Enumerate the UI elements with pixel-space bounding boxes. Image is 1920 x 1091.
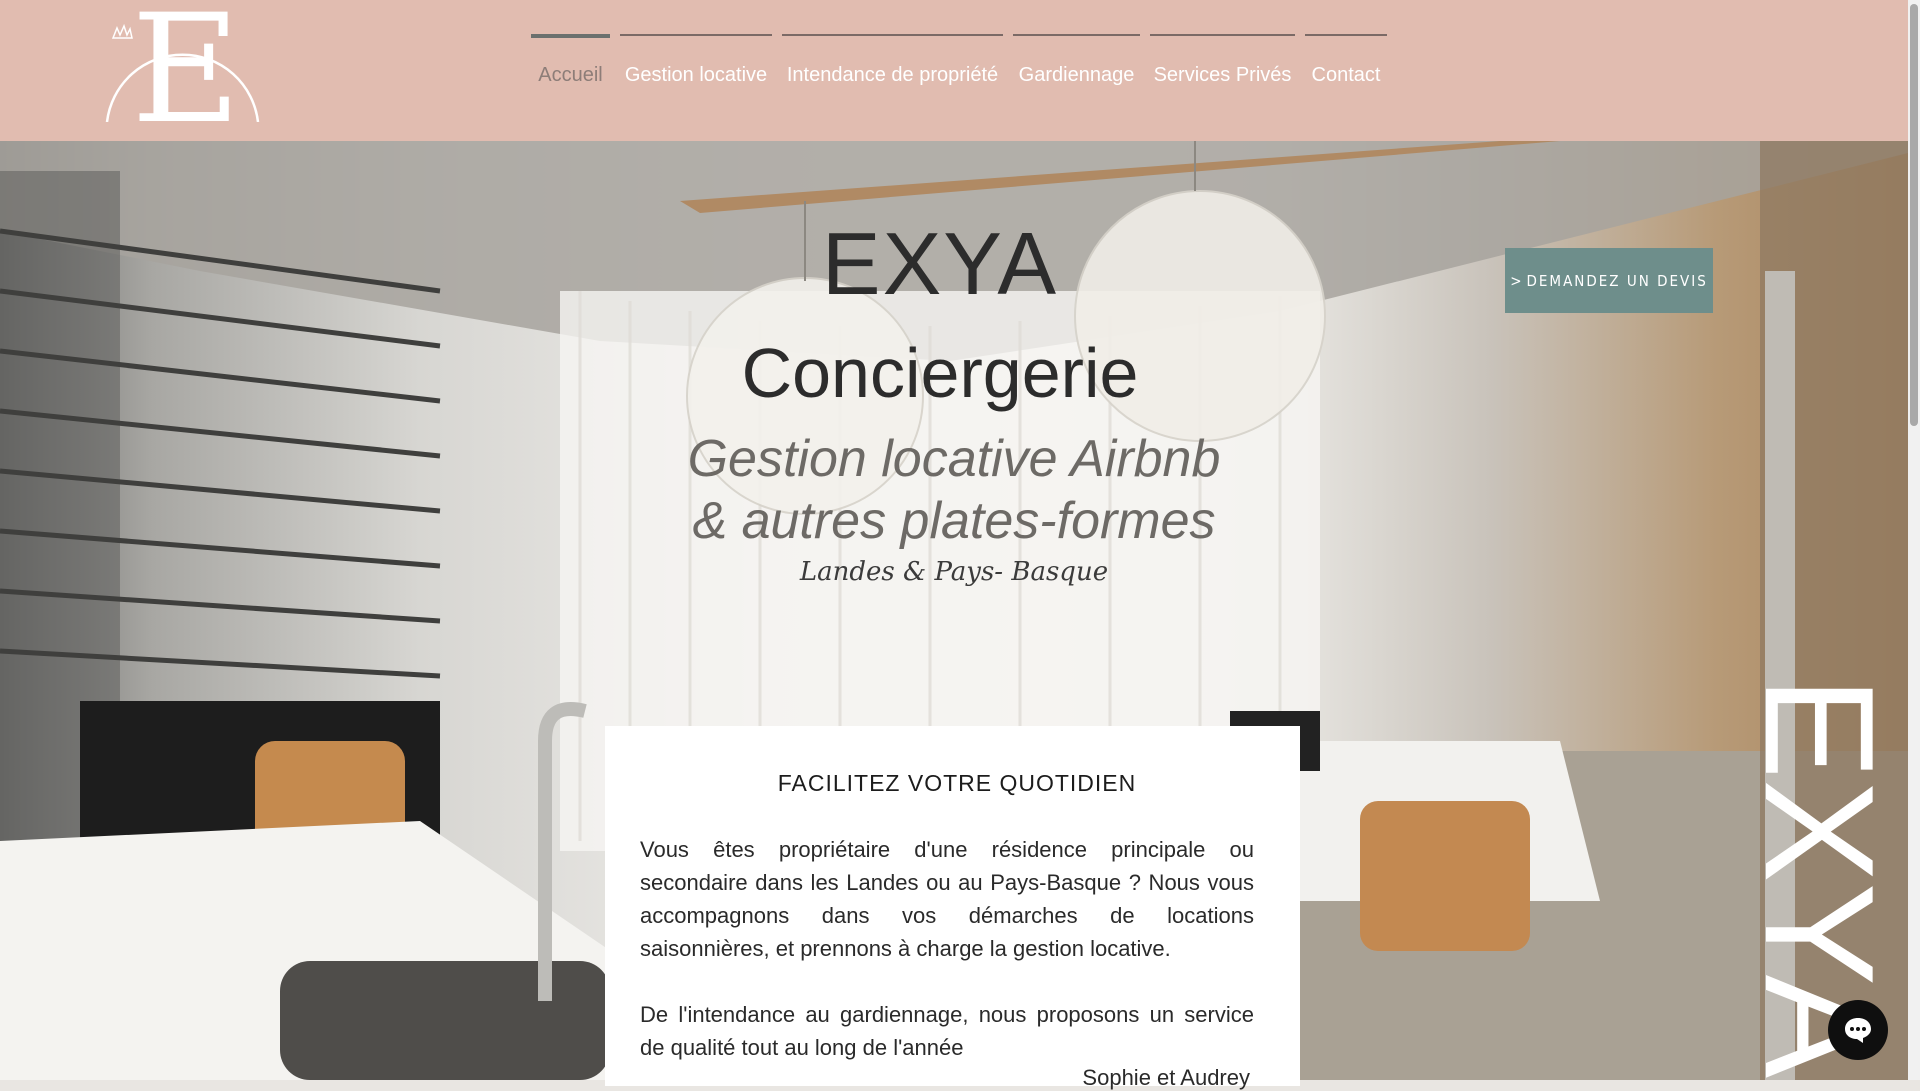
page-scrollbar[interactable]: [1908, 0, 1920, 1080]
nav-intendance[interactable]: Intendance de propriété: [782, 34, 1003, 94]
card-signature: Sophie et Audrey: [1082, 1065, 1250, 1090]
svg-text:E: E: [131, 10, 241, 122]
hero-region: Landes & Pays- Basque: [799, 557, 1109, 587]
nav-contact[interactable]: Contact: [1305, 34, 1387, 94]
chat-button[interactable]: [1828, 1000, 1888, 1060]
scrollbar-thumb[interactable]: [1910, 4, 1918, 426]
nav-gestion-locative[interactable]: Gestion locative: [620, 34, 772, 94]
hero-tagline-line-2: & autres plates-formes: [692, 492, 1216, 550]
site-header: E Accueil Gestion locative Intendance de…: [0, 0, 1908, 141]
nav-label: Contact: [1311, 64, 1381, 86]
nav-gardiennage[interactable]: Gardiennage: [1013, 34, 1140, 94]
nav-label: Services Privés: [1153, 64, 1292, 86]
request-quote-button[interactable]: > DEMANDEZ UN DEVIS: [1505, 248, 1713, 313]
hero-tagline: Gestion locative Airbnb & autres plates-…: [0, 428, 1908, 552]
chevron-right-icon: >: [1510, 271, 1524, 290]
card-title: FACILITEZ VOTRE QUOTIDIEN: [777, 770, 1137, 796]
card-paragraph-1: Vous êtes propriétaire d'une résidence p…: [640, 837, 1254, 961]
nav-accueil[interactable]: Accueil: [531, 34, 610, 94]
intro-card: FACILITEZ VOTRE QUOTIDIEN Vous êtes prop…: [605, 726, 1300, 1090]
nav-label: Gestion locative: [624, 64, 768, 86]
hero-subtitle: Conciergerie: [741, 334, 1139, 412]
nav-services-prives[interactable]: Services Privés: [1150, 34, 1295, 94]
logo[interactable]: E: [105, 10, 260, 122]
nav-label: Accueil: [538, 64, 603, 86]
nav-label: Intendance de propriété: [786, 64, 999, 86]
hero-tagline-line-1: Gestion locative Airbnb: [687, 430, 1221, 488]
card-paragraph-2: De l'intendance au gardiennage, nous pro…: [640, 1002, 1254, 1060]
request-quote-label: DEMANDEZ UN DEVIS: [1526, 271, 1708, 290]
chat-bubble-icon: [1845, 1018, 1871, 1043]
nav-label: Gardiennage: [1018, 64, 1135, 86]
